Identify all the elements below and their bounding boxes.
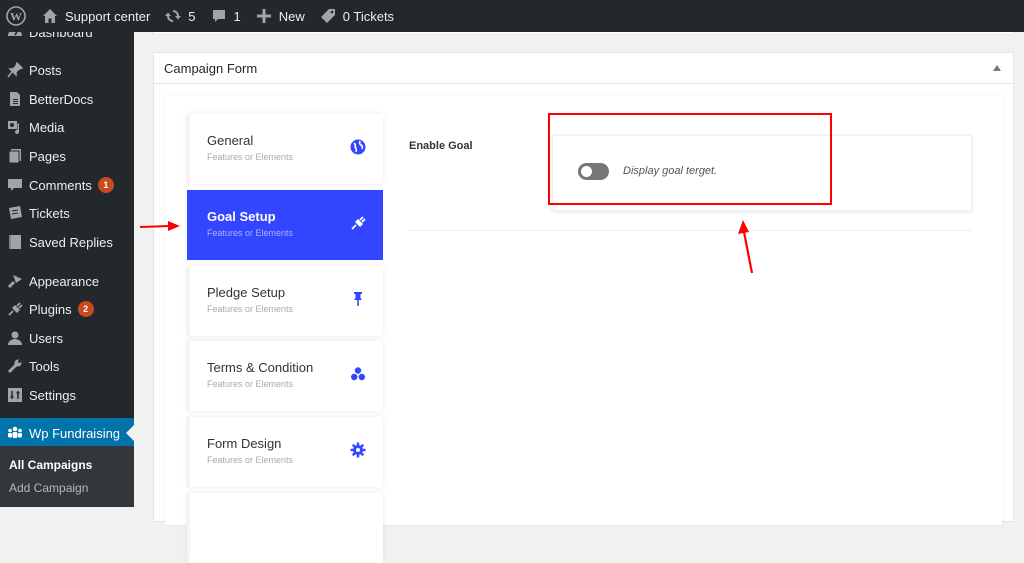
sidebar-item-media[interactable]: Media <box>0 113 134 141</box>
sidebar-item-label: Appearance <box>29 273 100 289</box>
group-icon <box>7 425 23 441</box>
cubes-icon <box>350 366 366 382</box>
media-icon <box>7 119 23 135</box>
tab-pledge-setup[interactable]: Pledge Setup Features or Elements <box>187 266 383 336</box>
sidebar-item-betterdocs[interactable]: BetterDocs <box>0 85 134 113</box>
enable-goal-label: Enable Goal <box>409 140 473 152</box>
sidebar-item-tickets[interactable]: Tickets <box>0 199 134 227</box>
sidebar-item-pages[interactable]: Pages <box>0 142 134 170</box>
sidebar-item-label: Posts <box>29 62 62 78</box>
sidebar-item-saved-replies[interactable]: Saved Replies <box>0 228 134 256</box>
settings-icon <box>7 387 23 403</box>
wordpress-logo-icon: W <box>6 6 26 26</box>
admin-sidebar: Dashboard Posts BetterDocs Media Pages C… <box>0 25 134 507</box>
sidebar-item-settings[interactable]: Settings <box>0 381 134 409</box>
sidebar-item-label: Users <box>29 330 63 346</box>
brush-icon <box>7 273 23 289</box>
comment-icon <box>210 7 228 25</box>
updates-count: 5 <box>188 8 196 24</box>
sidebar-item-label: Tickets <box>29 205 70 221</box>
collapse-toggle-icon[interactable] <box>993 65 1001 71</box>
sidebar-item-label: Wp Fundraising <box>29 425 121 441</box>
site-name-link[interactable]: Support center <box>34 0 157 32</box>
annotation-highlight-box <box>548 113 832 205</box>
pin-icon <box>7 62 23 78</box>
tab-goal-setup[interactable]: Goal Setup Features or Elements <box>187 190 383 260</box>
admin-bar: W Support center 5 1 New 0 Tickets <box>0 0 1024 32</box>
new-content-link[interactable]: New <box>248 0 312 32</box>
thumbtack-icon <box>350 291 366 307</box>
sidebar-item-label: Media <box>29 119 65 135</box>
comment-icon <box>7 177 23 193</box>
user-icon <box>7 330 23 346</box>
tickets-link[interactable]: 0 Tickets <box>312 0 401 32</box>
tab-terms-condition[interactable]: Terms & Condition Features or Elements <box>187 341 383 411</box>
new-label: New <box>278 8 305 24</box>
comments-count: 1 <box>233 8 241 24</box>
comments-link[interactable]: 1 <box>203 0 248 32</box>
document-icon <box>7 91 23 107</box>
sidebar-item-comments[interactable]: Comments 1 <box>0 171 134 199</box>
main-content: Campaign Form General Features or Elemen… <box>134 22 1024 563</box>
sidebar-item-plugins[interactable]: Plugins 2 <box>0 295 134 323</box>
postbox-header: Campaign Form <box>154 53 1013 84</box>
pages-icon <box>7 148 23 164</box>
plugins-badge: 2 <box>77 301 94 317</box>
sidebar-item-appearance[interactable]: Appearance <box>0 267 134 295</box>
sidebar-item-label: Plugins <box>29 301 72 317</box>
svg-text:W: W <box>10 10 22 24</box>
wrench-icon <box>7 358 23 374</box>
globe-icon <box>350 139 366 155</box>
wordpress-logo-button[interactable]: W <box>0 0 34 32</box>
comments-badge: 1 <box>97 177 114 193</box>
submenu-add-campaign[interactable]: Add Campaign <box>9 481 88 495</box>
tag-icon <box>319 7 337 25</box>
tab-form-design[interactable]: Form Design Features or Elements <box>187 417 383 487</box>
home-icon <box>41 7 59 25</box>
annotation-arrow-right <box>139 221 180 231</box>
field-divider <box>409 230 972 231</box>
plug-icon <box>350 215 366 231</box>
sidebar-item-tools[interactable]: Tools <box>0 352 134 380</box>
tickets-label: 0 Tickets <box>342 8 395 24</box>
sidebar-item-label: Pages <box>29 148 66 164</box>
sidebar-item-label: Tools <box>29 358 60 374</box>
sidebar-item-label: BetterDocs <box>29 91 94 107</box>
sidebar-item-label: Saved Replies <box>29 234 113 250</box>
sidebar-item-wp-fundraising[interactable]: Wp Fundraising <box>0 418 134 448</box>
updates-link[interactable]: 5 <box>157 0 202 32</box>
gear-icon <box>350 442 366 458</box>
fundraising-submenu: All Campaigns Add Campaign <box>0 446 134 507</box>
plugin-icon <box>7 301 23 317</box>
sidebar-item-posts[interactable]: Posts <box>0 56 134 84</box>
annotation-arrow-up <box>738 220 754 274</box>
tickets-icon <box>7 205 23 221</box>
updates-icon <box>164 7 182 25</box>
tab-more[interactable] <box>187 493 383 563</box>
sidebar-item-users[interactable]: Users <box>0 324 134 352</box>
submenu-all-campaigns[interactable]: All Campaigns <box>9 458 92 472</box>
postbox-title: Campaign Form <box>164 60 258 76</box>
sidebar-item-label: Settings <box>29 387 76 403</box>
book-icon <box>7 234 23 250</box>
tab-general[interactable]: General Features or Elements <box>187 114 383 184</box>
site-name: Support center <box>65 8 151 24</box>
sidebar-item-label: Comments <box>29 177 92 193</box>
plus-icon <box>255 7 273 25</box>
